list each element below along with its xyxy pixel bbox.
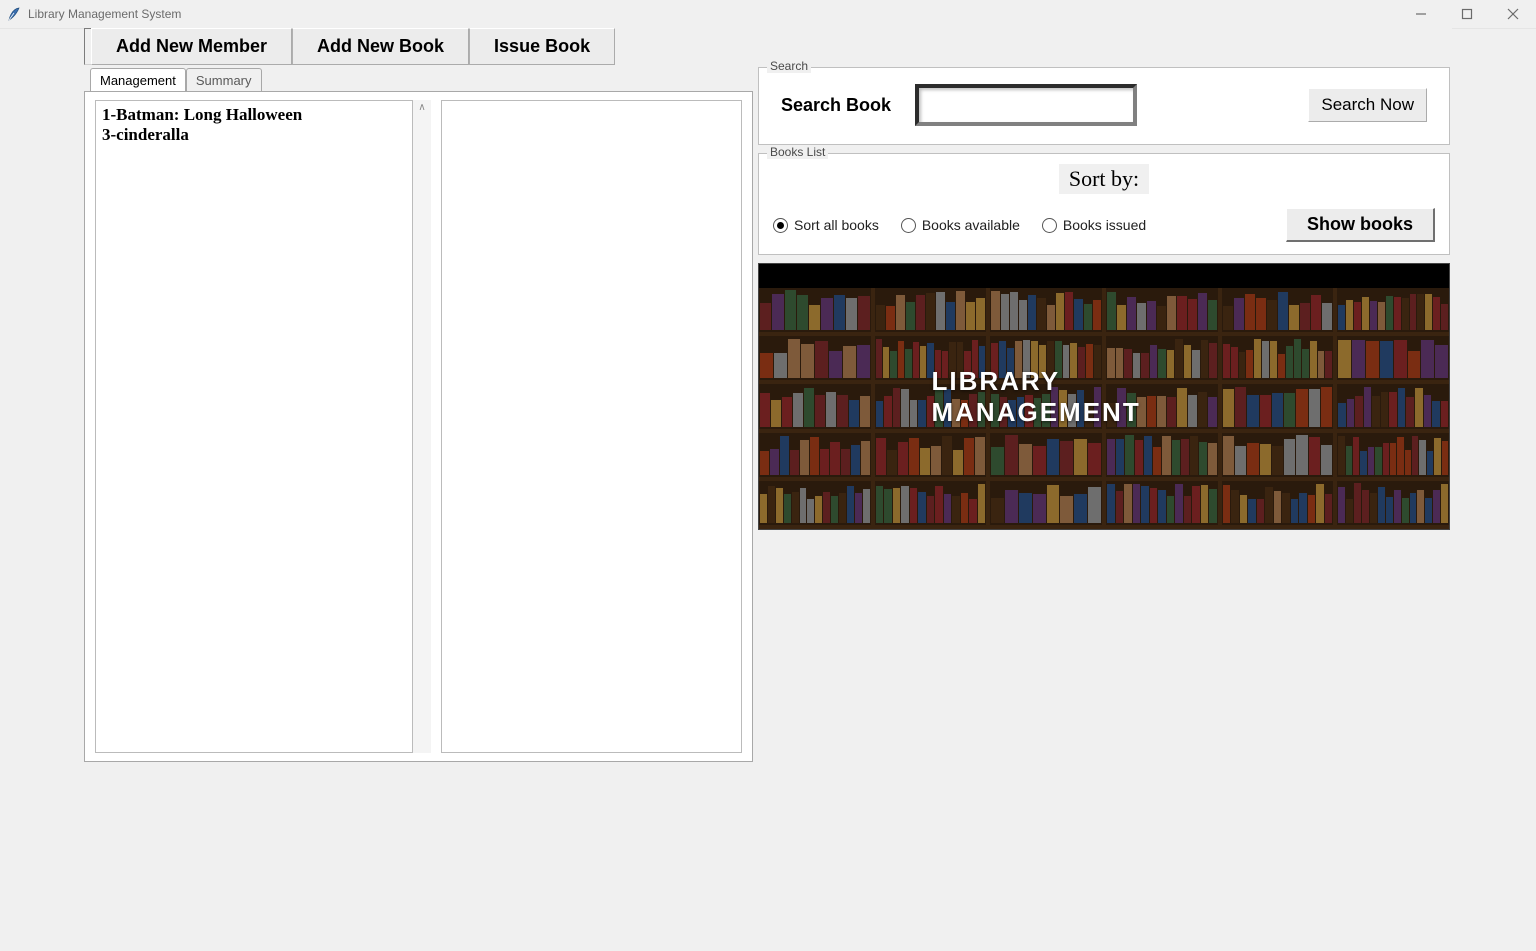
book-listbox[interactable]: 1-Batman: Long Halloween 3-cinderalla	[95, 100, 413, 753]
titlebar: Library Management System	[0, 0, 1536, 29]
radio-label: Books issued	[1063, 217, 1146, 233]
tab-summary[interactable]: Summary	[186, 68, 262, 91]
left-pane-scrollbar[interactable]: ∧	[413, 100, 431, 753]
radio-books-available[interactable]: Books available	[901, 217, 1020, 233]
search-row: Search Book Search Now	[767, 78, 1441, 132]
radio-dot-icon	[1042, 218, 1057, 233]
image-top-bar	[759, 264, 1449, 288]
search-label: Search Book	[781, 95, 891, 116]
radio-label: Books available	[922, 217, 1020, 233]
sort-by-heading: Sort by:	[1059, 164, 1149, 194]
search-now-button[interactable]: Search Now	[1308, 88, 1427, 122]
add-new-member-button[interactable]: Add New Member	[91, 28, 292, 65]
panes-wrap: 1-Batman: Long Halloween 3-cinderalla ∧	[85, 92, 752, 761]
sort-radio-row: Sort all books Books available Books iss…	[767, 208, 1441, 242]
radio-dot-icon	[773, 218, 788, 233]
show-books-button[interactable]: Show books	[1286, 208, 1435, 242]
search-input[interactable]	[915, 84, 1137, 126]
image-caption: LIBRARY MANAGEMENT	[932, 366, 1277, 428]
maximize-button[interactable]	[1444, 0, 1490, 28]
toolbar-spacer	[84, 28, 91, 65]
window-title: Library Management System	[28, 7, 1398, 21]
window-controls	[1398, 0, 1536, 28]
left-column: Management Summary 1-Batman: Long Hallow…	[84, 65, 753, 762]
minimize-button[interactable]	[1398, 0, 1444, 28]
issue-book-button[interactable]: Issue Book	[469, 28, 615, 65]
library-image: LIBRARY MANAGEMENT	[758, 263, 1450, 530]
search-group: Search Search Book Search Now	[758, 67, 1450, 145]
add-new-book-button[interactable]: Add New Book	[292, 28, 469, 65]
radio-sort-all[interactable]: Sort all books	[773, 217, 879, 233]
books-list-group-title: Books List	[767, 145, 828, 159]
books-list-group: Books List Sort by: Sort all books Books…	[758, 153, 1450, 255]
tab-management[interactable]: Management	[90, 68, 186, 91]
app-feather-icon	[6, 6, 22, 22]
tab-content: 1-Batman: Long Halloween 3-cinderalla ∧	[84, 91, 753, 762]
radio-books-issued[interactable]: Books issued	[1042, 217, 1146, 233]
left-pane-container: 1-Batman: Long Halloween 3-cinderalla ∧	[95, 100, 431, 753]
tab-bar: Management Summary	[84, 65, 753, 91]
detail-pane[interactable]	[441, 100, 742, 753]
scroll-up-icon: ∧	[416, 102, 428, 114]
main-columns: Management Summary 1-Batman: Long Hallow…	[84, 65, 1452, 762]
radio-dot-icon	[901, 218, 916, 233]
close-button[interactable]	[1490, 0, 1536, 28]
right-column: Search Search Book Search Now Books List…	[753, 65, 1452, 762]
radio-label: Sort all books	[794, 217, 879, 233]
search-group-title: Search	[767, 59, 811, 73]
window-root: Library Management System Add New Member…	[0, 0, 1536, 951]
content-frame: Add New Member Add New Book Issue Book M…	[84, 28, 1452, 762]
